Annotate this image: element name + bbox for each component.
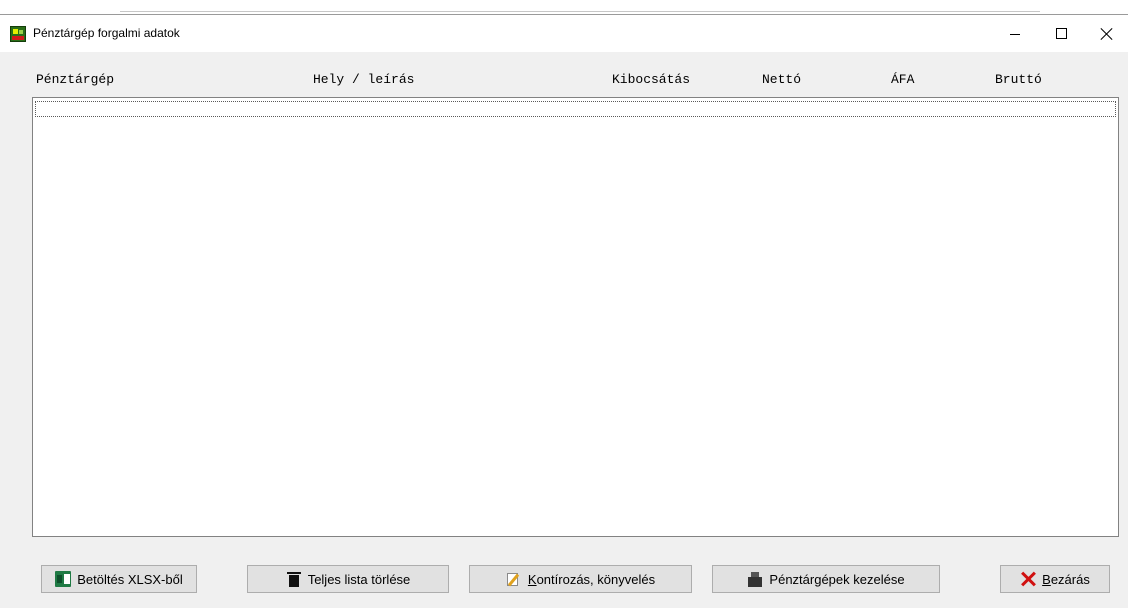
maximize-icon	[1055, 28, 1067, 39]
clear-list-button[interactable]: Teljes lista törlése	[247, 565, 449, 593]
close-icon	[1101, 28, 1113, 40]
column-header-location[interactable]: Hely / leírás	[313, 72, 414, 87]
column-headers: Pénztárgép Hely / leírás Kibocsátás Nett…	[0, 52, 1128, 97]
background-window-remnant	[0, 0, 1128, 14]
close-button[interactable]: Bezárás	[1000, 565, 1110, 593]
edit-icon	[506, 571, 522, 587]
posting-label: Kontírozás, könyvelés	[528, 572, 655, 587]
close-label: Bezárás	[1042, 572, 1090, 587]
app-icon	[10, 26, 26, 42]
column-header-issuance[interactable]: Kibocsátás	[612, 72, 690, 87]
title-bar[interactable]: Pénztárgép forgalmi adatok	[0, 14, 1128, 52]
load-xlsx-label: Betöltés XLSX-ből	[77, 571, 183, 587]
column-header-cash-register[interactable]: Pénztárgép	[36, 72, 114, 87]
turnover-list[interactable]	[32, 97, 1119, 537]
list-focus-row[interactable]	[35, 101, 1116, 117]
window-title: Pénztárgép forgalmi adatok	[33, 26, 180, 40]
red-x-icon	[1020, 571, 1036, 587]
close-label-rest: ezárás	[1050, 571, 1090, 587]
manage-registers-label: Pénztárgépek kezelése	[769, 571, 905, 587]
close-label-accelerator: B	[1042, 571, 1051, 587]
column-header-vat[interactable]: ÁFA	[891, 72, 914, 87]
minimize-button[interactable]	[992, 15, 1038, 52]
trash-icon	[286, 571, 302, 587]
load-xlsx-button[interactable]: Betöltés XLSX-ből	[41, 565, 197, 593]
clear-list-label: Teljes lista törlése	[307, 571, 411, 587]
manage-registers-button[interactable]: Pénztárgépek kezelése	[712, 565, 940, 593]
cash-register-turnover-window: Pénztárgép forgalmi adatok Pénztárgép He…	[0, 0, 1128, 608]
posting-label-rest: ontírozás, könyvelés	[536, 571, 656, 587]
minimize-icon	[1010, 33, 1020, 35]
posting-label-accelerator: K	[527, 571, 537, 587]
background-divider	[120, 11, 1040, 12]
column-header-net[interactable]: Nettó	[762, 72, 801, 87]
column-header-gross[interactable]: Bruttó	[995, 72, 1042, 87]
maximize-button[interactable]	[1038, 15, 1084, 52]
cash-register-icon	[747, 571, 763, 587]
posting-button[interactable]: Kontírozás, könyvelés	[469, 565, 692, 593]
close-window-button[interactable]	[1084, 15, 1128, 52]
excel-icon	[55, 571, 72, 587]
